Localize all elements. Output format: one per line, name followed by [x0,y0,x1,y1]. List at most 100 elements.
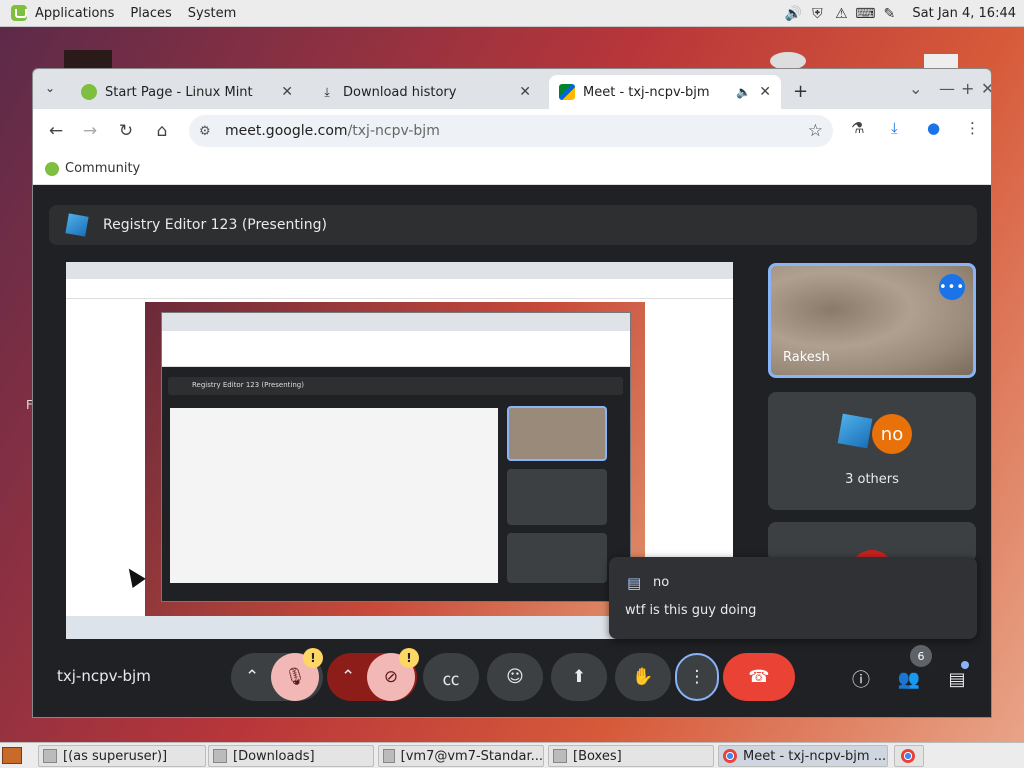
people-icon[interactable]: 👥 [895,665,923,693]
tab-search-icon[interactable]: ⌄ [45,81,61,97]
chevron-up-icon: ⌃ [245,667,260,687]
site-info-icon[interactable]: ⚙ [199,124,221,139]
avatar: no [872,414,912,454]
meeting-info-icon[interactable]: ⓘ [847,665,875,693]
menu-kebab-icon[interactable]: ⋮ [965,119,980,137]
taskbar-item-meet[interactable]: Meet - txj-ncpv-bjm ... [718,745,888,767]
volume-icon[interactable]: 🔊 [784,5,802,23]
participant-tile-pinned[interactable]: ••• Rakesh [768,263,976,378]
unread-dot [961,661,969,669]
clock[interactable]: Sat Jan 4, 16:44 [912,6,1016,21]
desktop-icon[interactable] [64,50,112,70]
places-menu[interactable]: Places [130,6,171,21]
close-tab-icon[interactable]: ✕ [759,84,771,100]
leave-call-button[interactable]: ☎ [723,653,795,701]
captions-icon: ㏄ [442,669,460,690]
forward-icon[interactable]: → [73,114,107,148]
presenting-title: Registry Editor 123 (Presenting) [103,217,327,233]
mint-menu-icon[interactable] [11,5,27,21]
chrome-icon [901,749,915,763]
taskbar-label: [vm7@vm7-Standar... [400,748,543,764]
shared-inner-address [162,331,630,353]
minimize-icon[interactable]: — [939,79,955,98]
shared-tab-strip [66,262,733,279]
applications-menu[interactable]: Applications [35,6,114,21]
emoji-icon: ☺ [506,667,524,687]
chat-message: wtf is this guy doing [625,603,757,618]
participant-name: Rakesh [783,350,830,365]
desktop-icon[interactable] [924,54,958,68]
boxes-icon [553,749,567,763]
keyboard-icon[interactable]: ⌨ [855,5,875,23]
participant-tile-others[interactable]: no 3 others [768,392,976,510]
pen-icon[interactable]: ✎ [880,5,898,23]
shared-inner-tabs [162,313,630,331]
taskbar-label: [Downloads] [233,748,315,764]
bottom-panel: [(as superuser)] [Downloads] [vm7@vm7-St… [0,742,1024,768]
terminal-icon [383,749,395,763]
shared-inner-browser: Registry Editor 123 (Presenting) [161,312,631,602]
taskbar-label: Meet - txj-ncpv-bjm ... [743,748,887,764]
taskbar-item-downloads[interactable]: [Downloads] [208,745,374,767]
profile-menu-icon[interactable]: ⌄ [909,79,922,98]
shared-desktop: Registry Editor 123 (Presenting) [145,302,645,616]
labs-icon[interactable]: ⚗ [851,119,864,137]
tab-download-history[interactable]: ⤓ Download history ✕ [309,75,541,109]
address-bar[interactable]: ⚙ meet.google.com/txj-ncpv-bjm ☆ [189,115,833,147]
reload-icon[interactable]: ↻ [109,114,143,148]
participant-tile[interactable] [768,522,976,562]
more-options-button[interactable]: ⋮ [675,653,719,701]
shared-inner-screen [170,408,498,583]
system-menu[interactable]: System [188,6,236,21]
participant-count-badge: 6 [910,645,932,667]
present-button[interactable]: ⬆ [551,653,607,701]
chat-panel-icon[interactable]: ▤ [943,665,971,693]
meeting-code: txj-ncpv-bjm [57,667,151,685]
back-icon[interactable]: ← [39,114,73,148]
tab-meet[interactable]: Meet - txj-ncpv-bjm 🔈 ✕ [549,75,781,109]
url-text[interactable]: meet.google.com/txj-ncpv-bjm [225,123,440,139]
tab-audio-icon[interactable]: 🔈 [736,85,751,99]
present-icon: ⬆ [571,667,587,687]
show-desktop-icon[interactable] [2,747,22,764]
maximize-icon[interactable]: + [961,79,974,98]
shield-icon[interactable]: ⛨ [808,5,826,23]
registry-editor-icon [837,413,873,449]
end-call-icon: ☎ [748,667,770,687]
others-label: 3 others [845,472,899,487]
close-window-icon[interactable]: ✕ [981,79,991,98]
raise-hand-button[interactable]: ✋ [615,653,671,701]
url-host: meet.google.com [225,123,348,139]
meet-icon [559,84,575,100]
taskbar-item-chrome[interactable] [894,745,924,767]
shared-inner-presenting: Registry Editor 123 (Presenting) [168,377,623,395]
presenting-banner: Registry Editor 123 (Presenting) [49,205,977,245]
new-tab-button[interactable]: + [793,81,808,102]
captions-button[interactable]: ㏄ [423,653,479,701]
chat-notification[interactable]: ▤ no wtf is this guy doing [609,557,977,639]
camera-off-icon: ⊘ [383,667,399,687]
bookmark-community[interactable]: Community [65,161,140,176]
downloads-icon[interactable]: ⤓ [891,119,898,137]
tab-start-page[interactable]: Start Page - Linux Mint ✕ [71,75,303,109]
browser-window: ⌄ Start Page - Linux Mint ✕ ⤓ Download h… [32,68,992,718]
taskbar-label: [Boxes] [573,748,622,764]
window-icon [43,749,57,763]
shared-address-bar [66,279,733,299]
update-icon[interactable]: ⚠ [832,5,850,23]
more-options-icon[interactable]: ••• [939,274,965,300]
reactions-button[interactable]: ☺ [487,653,543,701]
camera-warning-icon: ! [399,648,419,668]
taskbar-item-terminal[interactable]: [vm7@vm7-Standar... [378,745,544,767]
meet-content: Registry Editor 123 (Presenting) Registr… [33,185,991,717]
taskbar-item-boxes[interactable]: [Boxes] [548,745,714,767]
close-tab-icon[interactable]: ✕ [519,84,531,100]
mint-icon [81,84,97,100]
profile-icon[interactable]: ● [927,119,940,137]
bookmark-star-icon[interactable]: ☆ [808,121,823,141]
home-icon[interactable]: ⌂ [145,114,179,148]
close-tab-icon[interactable]: ✕ [281,84,293,100]
chevron-up-icon: ⌃ [341,667,356,687]
taskbar-item-superuser[interactable]: [(as superuser)] [38,745,206,767]
url-path: /txj-ncpv-bjm [347,123,440,139]
